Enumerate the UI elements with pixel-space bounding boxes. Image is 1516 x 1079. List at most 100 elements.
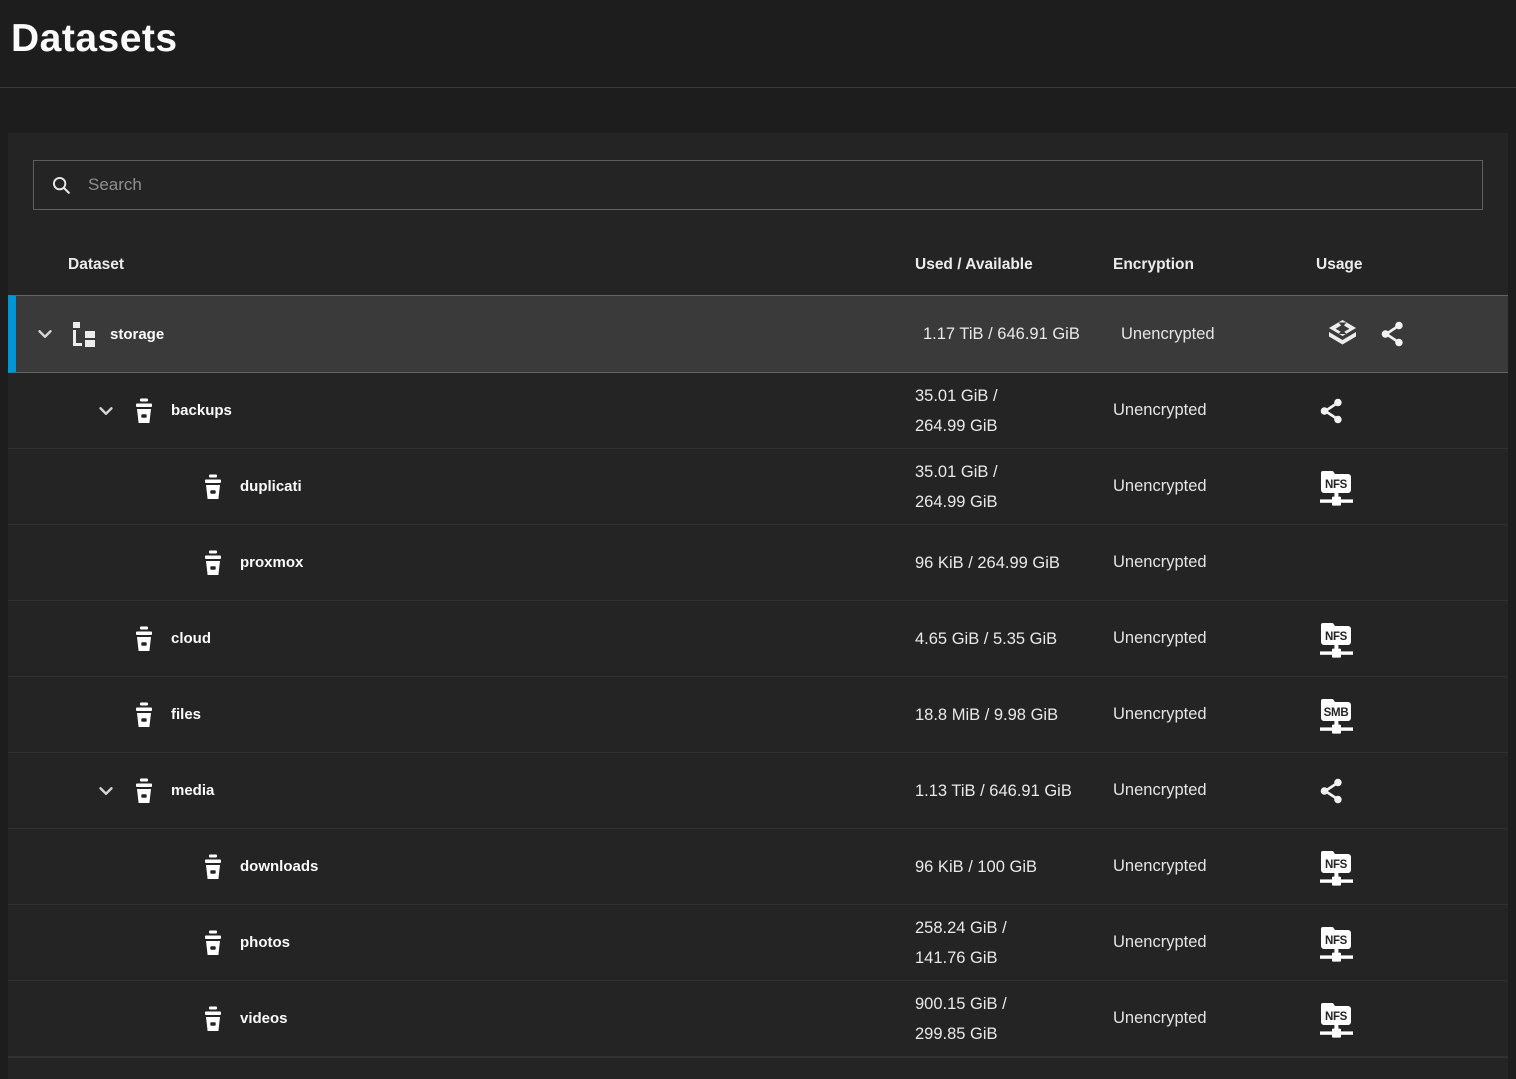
encryption-status: Unencrypted [1113, 449, 1316, 524]
usage-cell: NFS [1316, 981, 1508, 1056]
table-row[interactable]: media1.13 TiB / 646.91 GiBUnencrypted [8, 753, 1508, 829]
share-icon[interactable] [1379, 320, 1406, 348]
used-available-line: 264.99 GiB [915, 411, 998, 441]
share-icon[interactable] [1318, 777, 1345, 805]
usage-cell [1316, 525, 1508, 600]
used-available-value: 4.65 GiB / 5.35 GiB [915, 601, 1113, 676]
table-row[interactable]: proxmox 96 KiB / 264.99 GiBUnencrypted [8, 525, 1508, 601]
dataset-name: media [171, 782, 214, 799]
dataset-icon [199, 929, 227, 957]
col-header-encryption: Encryption [1113, 235, 1316, 295]
usage-cell: NFS [1316, 449, 1508, 524]
table-row[interactable]: videos900.15 GiB /299.85 GiBUnencrypted … [8, 981, 1508, 1057]
dataset-icon [130, 625, 158, 653]
used-available-line: 35.01 GiB / [915, 457, 998, 487]
dataset-name: duplicati [240, 478, 302, 495]
svg-text:NFS: NFS [1325, 935, 1348, 947]
indent-spacer [163, 1007, 187, 1031]
table-row[interactable]: files18.8 MiB / 9.98 GiBUnencrypted SMB [8, 677, 1508, 753]
page-title: Datasets [0, 0, 1516, 87]
smb-share-icon[interactable]: SMB [1318, 695, 1355, 735]
dataset-icon [130, 701, 158, 729]
search-input[interactable] [88, 175, 1466, 195]
nfs-share-icon[interactable]: NFS [1318, 847, 1355, 887]
table-row[interactable]: storage1.17 TiB / 646.91 GiB Unencrypted [8, 295, 1508, 373]
datasets-table: Dataset Used / Available Encryption Usag… [8, 235, 1508, 1078]
indent-spacer [94, 627, 118, 651]
dataset-name-cell: duplicati [8, 449, 915, 524]
encryption-status: Unencrypted [1113, 601, 1316, 676]
usage-cell: SMB [1316, 677, 1508, 752]
nfs-share-icon[interactable]: NFS [1318, 619, 1355, 659]
dataset-icon [199, 853, 227, 881]
dataset-name-cell: photos [8, 905, 915, 980]
used-available-value: 900.15 GiB /299.85 GiB [915, 981, 1113, 1056]
used-available-line: 35.01 GiB / [915, 381, 998, 411]
chevron-down-icon[interactable] [94, 779, 118, 803]
indent-spacer [163, 475, 187, 499]
dataset-icon [199, 549, 227, 577]
encryption-status: Unencrypted [1113, 905, 1316, 980]
dataset-icon [199, 1005, 227, 1033]
encryption-status: Unencrypted [1113, 677, 1316, 752]
dataset-name-cell: videos [8, 981, 915, 1056]
nfs-share-icon[interactable]: NFS [1318, 467, 1355, 507]
used-available-value: 1.17 TiB / 646.91 GiB [923, 296, 1121, 372]
used-available-line: 1.13 TiB / 646.91 GiB [915, 776, 1072, 806]
table-row[interactable]: backups35.01 GiB /264.99 GiBUnencrypted [8, 373, 1508, 449]
title-divider [0, 87, 1516, 88]
svg-text:SMB: SMB [1324, 707, 1349, 719]
table-row[interactable]: downloads96 KiB / 100 GiBUnencrypted NFS [8, 829, 1508, 905]
used-available-value: 35.01 GiB /264.99 GiB [915, 449, 1113, 524]
dataset-name-cell: files [8, 677, 915, 752]
share-icon[interactable] [1318, 397, 1345, 425]
usage-cell [1324, 296, 1508, 372]
search-box[interactable] [33, 160, 1483, 210]
dataset-name-cell: storage [16, 296, 923, 372]
dataset-name: videos [240, 1010, 288, 1027]
indent-spacer [163, 551, 187, 575]
indent-spacer [163, 855, 187, 879]
encryption-status: Unencrypted [1113, 981, 1316, 1056]
encryption-status: Unencrypted [1121, 296, 1324, 372]
dataset-icon [130, 397, 158, 425]
used-available-value: 96 KiB / 264.99 GiB [915, 525, 1113, 600]
used-available-line: 96 KiB / 100 GiB [915, 852, 1037, 882]
dataset-name: photos [240, 934, 290, 951]
col-header-used-available: Used / Available [915, 235, 1113, 295]
dataset-name-cell: proxmox [8, 525, 915, 600]
svg-text:NFS: NFS [1325, 859, 1348, 871]
used-available-line: 1.17 TiB / 646.91 GiB [923, 319, 1080, 349]
dataset-name-cell: cloud [8, 601, 915, 676]
table-row[interactable]: cloud 4.65 GiB / 5.35 GiB Unencrypted NFS [8, 601, 1508, 677]
used-available-value: 35.01 GiB /264.99 GiB [915, 373, 1113, 448]
col-header-usage: Usage [1316, 235, 1508, 295]
table-row-partial [8, 1057, 1508, 1078]
used-available-line: 264.99 GiB [915, 487, 998, 517]
svg-text:NFS: NFS [1325, 479, 1348, 491]
table-row[interactable]: photos258.24 GiB /141.76 GiBUnencrypted … [8, 905, 1508, 981]
dataset-name: cloud [171, 630, 211, 647]
dataset-name-cell: downloads [8, 829, 915, 904]
search-icon [50, 174, 72, 196]
nfs-share-icon[interactable]: NFS [1318, 999, 1355, 1039]
used-available-value: 1.13 TiB / 646.91 GiB [915, 753, 1113, 828]
table-header: Dataset Used / Available Encryption Usag… [8, 235, 1508, 295]
encryption-status: Unencrypted [1113, 525, 1316, 600]
usage-cell [1316, 753, 1508, 828]
datasets-panel: Dataset Used / Available Encryption Usag… [8, 133, 1508, 1079]
dataset-name: downloads [240, 858, 318, 875]
chevron-down-icon[interactable] [33, 322, 57, 346]
nfs-share-icon[interactable]: NFS [1318, 923, 1355, 963]
apps-icon[interactable] [1326, 319, 1359, 349]
used-available-line: 141.76 GiB [915, 943, 998, 973]
dataset-name: proxmox [240, 554, 303, 571]
dataset-icon [199, 473, 227, 501]
used-available-line: 299.85 GiB [915, 1019, 998, 1049]
table-row[interactable]: duplicati35.01 GiB /264.99 GiBUnencrypte… [8, 449, 1508, 525]
used-available-line: 4.65 GiB / 5.35 GiB [915, 624, 1057, 654]
dataset-name-cell: backups [8, 373, 915, 448]
dataset-name: backups [171, 402, 232, 419]
chevron-down-icon[interactable] [94, 399, 118, 423]
svg-text:NFS: NFS [1325, 1011, 1348, 1023]
